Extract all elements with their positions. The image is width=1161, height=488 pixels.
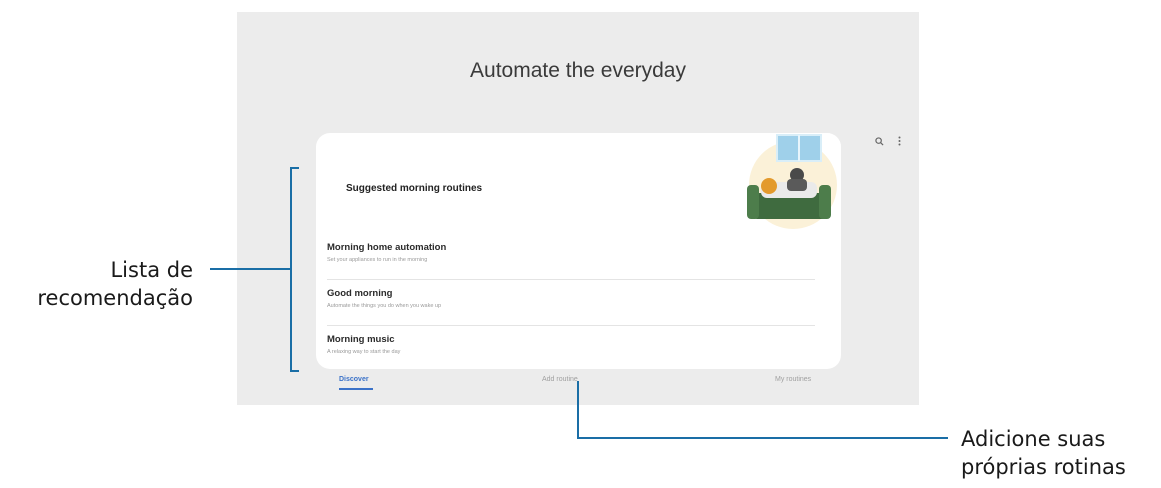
callout-line: recomendação xyxy=(37,286,193,310)
callout-line: Lista de xyxy=(110,258,193,282)
callout-lines xyxy=(210,167,948,439)
right-leader-line xyxy=(577,381,948,439)
bracket-line xyxy=(290,167,299,372)
callout-line: Adicione suas xyxy=(961,427,1106,451)
callout-line: próprias rotinas xyxy=(961,455,1126,479)
callout-add-routines: Adicione suas próprias rotinas xyxy=(961,425,1126,481)
callout-recommendation-list: Lista de recomendação xyxy=(37,256,193,312)
